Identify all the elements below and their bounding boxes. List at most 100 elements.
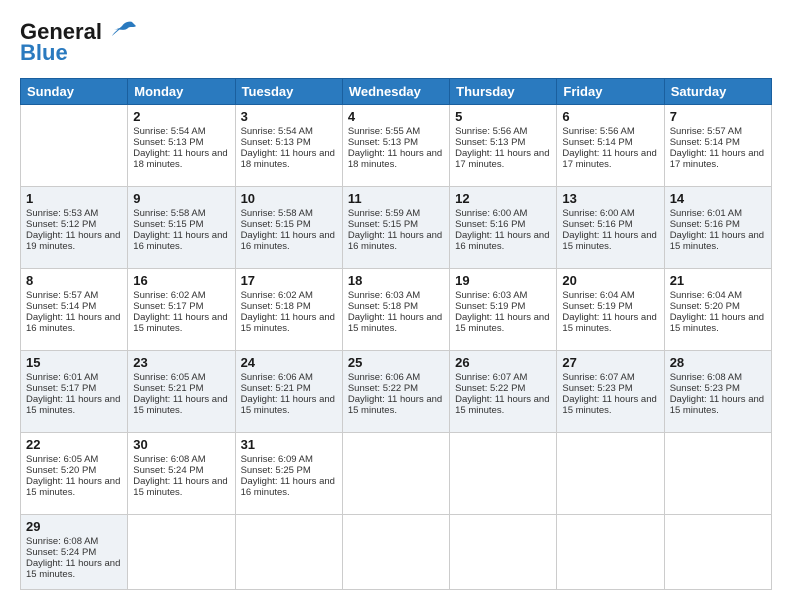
calendar-cell	[557, 433, 664, 515]
sunset-text: Sunset: 5:15 PM	[241, 219, 337, 230]
sunrise-text: Sunrise: 6:00 AM	[455, 208, 551, 219]
daylight-text: Daylight: 11 hours and 15 minutes.	[241, 394, 337, 416]
sunrise-text: Sunrise: 6:06 AM	[348, 372, 444, 383]
day-number: 5	[455, 109, 551, 124]
sunset-text: Sunset: 5:18 PM	[348, 301, 444, 312]
calendar-row-1: 1 Sunrise: 5:53 AMSunset: 5:12 PM Daylight…	[21, 187, 772, 269]
day-number: 9	[133, 191, 229, 206]
calendar-cell: 1Sunrise: 5:53 AMSunset: 5:12 PMDaylight…	[21, 187, 128, 269]
calendar-cell: 7 Sunrise: 5:57 AMSunset: 5:14 PMDaylight…	[664, 105, 771, 187]
calendar-cell: 5Sunrise: 5:56 AMSunset: 5:13 PMDaylight…	[450, 105, 557, 187]
daylight-text: Daylight: 11 hours and 18 minutes.	[348, 148, 444, 170]
sunset-text: Sunset: 5:21 PM	[241, 383, 337, 394]
sunrise-text: Sunrise: 6:04 AM	[562, 290, 658, 301]
sunrise-text: Sunrise: 5:54 AM	[133, 126, 229, 137]
calendar-cell: 4Sunrise: 5:55 AMSunset: 5:13 PMDaylight…	[342, 105, 449, 187]
calendar-cell: 6Sunrise: 5:56 AMSunset: 5:14 PMDaylight…	[557, 105, 664, 187]
weekday-header-saturday: Saturday	[664, 79, 771, 105]
day-number: 19	[455, 273, 551, 288]
calendar-cell	[235, 515, 342, 590]
daylight-text: Daylight: 11 hours and 15 minutes.	[241, 312, 337, 334]
calendar-cell: 9Sunrise: 5:58 AMSunset: 5:15 PMDaylight…	[128, 187, 235, 269]
sunrise-text: Sunrise: 6:05 AM	[133, 372, 229, 383]
sunset-text: Sunset: 5:25 PM	[241, 465, 337, 476]
sunrise-text: Sunrise: 5:56 AM	[455, 126, 551, 137]
sunset-text: Sunset: 5:21 PM	[133, 383, 229, 394]
day-number: 12	[455, 191, 551, 206]
calendar-row-3: 15Sunrise: 6:01 AMSunset: 5:17 PMDayligh…	[21, 351, 772, 433]
sunset-text: Sunset: 5:14 PM	[670, 137, 766, 148]
daylight-text: Daylight: 11 hours and 16 minutes.	[133, 230, 229, 252]
sunrise-text: Sunrise: 6:02 AM	[133, 290, 229, 301]
sunrise-text: Sunrise: 6:05 AM	[26, 454, 122, 465]
sunrise-text: Sunrise: 6:06 AM	[241, 372, 337, 383]
daylight-text: Daylight: 11 hours and 17 minutes.	[670, 148, 766, 170]
calendar-cell: 12Sunrise: 6:00 AMSunset: 5:16 PMDayligh…	[450, 187, 557, 269]
day-number: 11	[348, 191, 444, 206]
daylight-text: Daylight: 11 hours and 16 minutes.	[348, 230, 444, 252]
sunset-text: Sunset: 5:15 PM	[348, 219, 444, 230]
calendar-cell: 13Sunrise: 6:00 AMSunset: 5:16 PMDayligh…	[557, 187, 664, 269]
day-number: 25	[348, 355, 444, 370]
daylight-text: Daylight: 11 hours and 18 minutes.	[133, 148, 229, 170]
day-number: 24	[241, 355, 337, 370]
calendar-cell: 8Sunrise: 5:57 AMSunset: 5:14 PMDaylight…	[21, 269, 128, 351]
calendar-cell: 30Sunrise: 6:08 AMSunset: 5:24 PMDayligh…	[128, 433, 235, 515]
sunrise-text: Sunrise: 5:58 AM	[241, 208, 337, 219]
sunset-text: Sunset: 5:24 PM	[26, 547, 122, 558]
daylight-text: Daylight: 11 hours and 15 minutes.	[133, 394, 229, 416]
sunset-text: Sunset: 5:13 PM	[241, 137, 337, 148]
day-number: 1	[26, 191, 122, 206]
day-number: 7	[670, 109, 766, 124]
calendar-row-5: 29Sunrise: 6:08 AMSunset: 5:24 PMDayligh…	[21, 515, 772, 590]
daylight-text: Daylight: 11 hours and 15 minutes.	[562, 394, 658, 416]
day-number: 13	[562, 191, 658, 206]
calendar-cell: 27Sunrise: 6:07 AMSunset: 5:23 PMDayligh…	[557, 351, 664, 433]
calendar-cell: 19Sunrise: 6:03 AMSunset: 5:19 PMDayligh…	[450, 269, 557, 351]
calendar-cell: 18Sunrise: 6:03 AMSunset: 5:18 PMDayligh…	[342, 269, 449, 351]
sunset-text: Sunset: 5:22 PM	[348, 383, 444, 394]
day-number: 3	[241, 109, 337, 124]
day-number: 22	[26, 437, 122, 452]
sunset-text: Sunset: 5:16 PM	[455, 219, 551, 230]
sunrise-text: Sunrise: 6:08 AM	[133, 454, 229, 465]
sunrise-text: Sunrise: 5:53 AM	[26, 208, 122, 219]
sunrise-text: Sunrise: 5:57 AM	[26, 290, 122, 301]
calendar-cell	[342, 515, 449, 590]
sunset-text: Sunset: 5:19 PM	[562, 301, 658, 312]
weekday-header-sunday: Sunday	[21, 79, 128, 105]
sunset-text: Sunset: 5:17 PM	[26, 383, 122, 394]
sunrise-text: Sunrise: 5:54 AM	[241, 126, 337, 137]
calendar-cell: 2Sunrise: 5:54 AMSunset: 5:13 PMDaylight…	[128, 105, 235, 187]
calendar-table: SundayMondayTuesdayWednesdayThursdayFrid…	[20, 78, 772, 590]
sunset-text: Sunset: 5:20 PM	[670, 301, 766, 312]
daylight-text: Daylight: 11 hours and 15 minutes.	[26, 558, 122, 580]
sunrise-text: Sunrise: 6:08 AM	[670, 372, 766, 383]
sunrise-text: Sunrise: 5:57 AM	[670, 126, 766, 137]
calendar-cell: 28Sunrise: 6:08 AMSunset: 5:23 PMDayligh…	[664, 351, 771, 433]
daylight-text: Daylight: 11 hours and 15 minutes.	[133, 312, 229, 334]
sunrise-text: Sunrise: 6:03 AM	[348, 290, 444, 301]
daylight-text: Daylight: 11 hours and 15 minutes.	[670, 394, 766, 416]
sunset-text: Sunset: 5:23 PM	[670, 383, 766, 394]
sunrise-text: Sunrise: 6:08 AM	[26, 536, 122, 547]
sunrise-text: Sunrise: 6:04 AM	[670, 290, 766, 301]
sunrise-text: Sunrise: 5:58 AM	[133, 208, 229, 219]
day-number: 31	[241, 437, 337, 452]
day-number: 10	[241, 191, 337, 206]
day-number: 27	[562, 355, 658, 370]
day-number: 26	[455, 355, 551, 370]
calendar-cell: 23Sunrise: 6:05 AMSunset: 5:21 PMDayligh…	[128, 351, 235, 433]
daylight-text: Daylight: 11 hours and 15 minutes.	[133, 476, 229, 498]
calendar-cell	[128, 515, 235, 590]
day-number: 16	[133, 273, 229, 288]
calendar-cell: 26Sunrise: 6:07 AMSunset: 5:22 PMDayligh…	[450, 351, 557, 433]
sunset-text: Sunset: 5:17 PM	[133, 301, 229, 312]
calendar-cell	[342, 433, 449, 515]
day-number: 30	[133, 437, 229, 452]
weekday-header-thursday: Thursday	[450, 79, 557, 105]
sunset-text: Sunset: 5:12 PM	[26, 219, 122, 230]
sunset-text: Sunset: 5:23 PM	[562, 383, 658, 394]
calendar-row-2: 8Sunrise: 5:57 AMSunset: 5:14 PMDaylight…	[21, 269, 772, 351]
logo: General Blue	[20, 18, 136, 66]
